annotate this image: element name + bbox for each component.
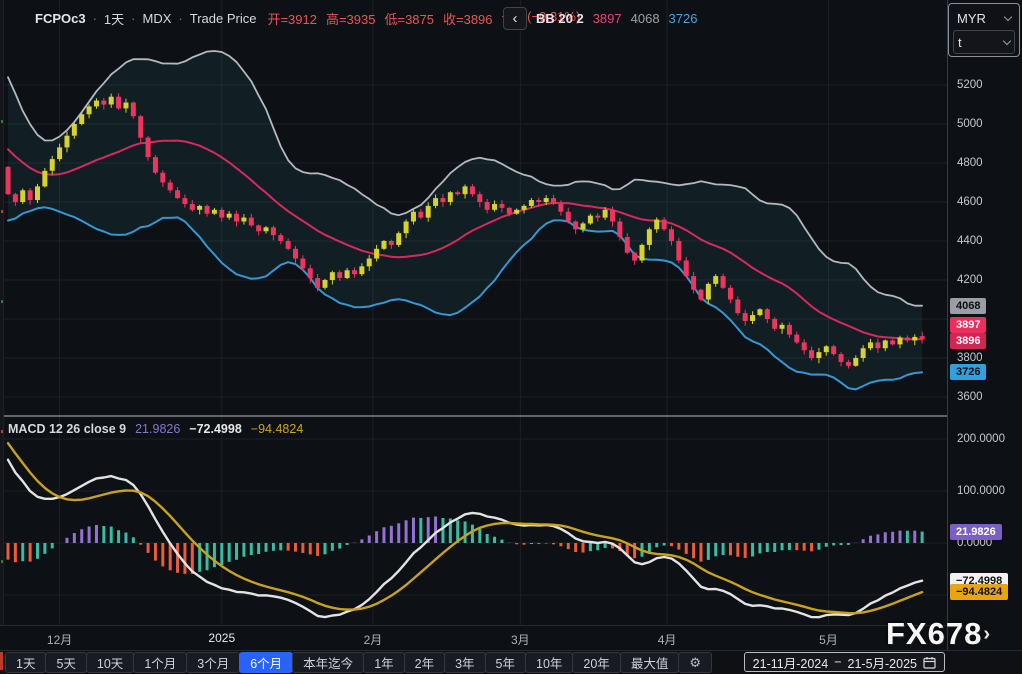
bb-indicator-legend[interactable]: BB 20 2 3897 4068 3726	[536, 9, 697, 27]
month-label: 5月	[819, 633, 838, 647]
bb-indicator-name: BB 20 2	[536, 10, 584, 26]
symbol-name[interactable]: FCPOc3	[35, 11, 86, 26]
macd-hist-value: 21.9826	[135, 422, 181, 436]
month-label: 3月	[511, 633, 530, 647]
price-tick-label: 4600	[957, 196, 983, 208]
date-range-separator: −	[834, 655, 842, 669]
chart-window: FCPOc3 · 1天 · MDX · Trade Price 开=3912 高=…	[0, 0, 1022, 674]
range-button-5年[interactable]: 5年	[484, 652, 526, 673]
axis-settings-box: MYR t	[948, 3, 1020, 57]
range-button-5天[interactable]: 5天	[45, 652, 87, 673]
separator-dot: ·	[92, 10, 97, 26]
chevron-down-icon	[1003, 12, 1013, 21]
exchange-label: MDX	[142, 10, 172, 26]
range-button-10年[interactable]: 10年	[525, 652, 574, 673]
date-range-start: 21-11月-2024	[752, 656, 829, 671]
price-tick-label: 4800	[957, 157, 983, 169]
macd-line-value: −72.4998	[189, 422, 242, 436]
collapse-indicator-button[interactable]: ‹	[503, 7, 527, 30]
price-badge: 3896	[950, 333, 987, 350]
interval-label[interactable]: 1天	[104, 9, 124, 28]
chart-settings-button[interactable]: ⚙	[678, 652, 712, 673]
macd-signal-value: −94.4824	[250, 422, 304, 436]
month-label: 2025	[208, 631, 236, 645]
time-axis[interactable]: 12月 2025 2月 3月 4月 5月	[0, 625, 947, 650]
price-tick-label: 3800	[957, 352, 983, 364]
collapsed-side-strip[interactable]	[0, 0, 4, 650]
currency-value: MYR	[957, 10, 986, 26]
separator-dot: ·	[131, 10, 136, 26]
month-label: 4月	[657, 633, 677, 647]
bb-value: 4068	[630, 10, 660, 26]
series-type-label: Trade Price	[189, 10, 257, 26]
ohlc-item: 开=3912	[267, 11, 317, 27]
price-badge: 4068	[950, 297, 987, 314]
separator-dot: ·	[178, 10, 183, 26]
calendar-icon	[923, 656, 936, 669]
price-badge: 3897	[950, 317, 987, 334]
macd-badge: 21.9826	[950, 523, 1002, 540]
ohlc-readout: 开=3912 高=3935 低=3875 收=3896 −12 (−0.31%)	[267, 9, 580, 28]
price-axis[interactable]: 5200 5000 4800 4600 4400 4200 3800 3600 4068 3897…	[947, 0, 1022, 650]
range-button-最大值[interactable]: 最大值	[619, 652, 680, 673]
strip-mark	[1, 120, 3, 123]
range-button-6个月[interactable]: 6个月	[239, 652, 294, 673]
bb-value: 3897	[592, 10, 622, 26]
macd-indicator-legend[interactable]: MACD 12 26 close 9 21.9826 −72.4998 −94.…	[8, 421, 303, 437]
month-label: 2月	[363, 633, 383, 647]
ohlc-item: 收=3896	[443, 11, 493, 27]
price-tick-label: 5200	[957, 79, 983, 91]
chevron-left-icon: ‹	[512, 10, 518, 27]
strip-mark	[1, 560, 3, 563]
macd-indicator-name: MACD 12 26 close 9	[8, 422, 127, 436]
gear-icon: ⚙	[689, 654, 701, 670]
range-button-3个月[interactable]: 3个月	[186, 652, 241, 673]
range-button-1个月[interactable]: 1个月	[133, 652, 188, 673]
bb-indicator-values: 3897 4068 3726	[593, 11, 698, 26]
date-range-end: 21-5月-2025	[847, 656, 918, 671]
macd-tick-label: 200.0000	[957, 433, 1005, 445]
chart-canvas[interactable]	[0, 0, 947, 625]
price-tick-label: 4400	[957, 235, 983, 247]
range-button-10天[interactable]: 10天	[85, 652, 135, 673]
strip-mark	[1, 300, 3, 303]
chevron-down-icon	[1002, 36, 1012, 45]
strip-mark	[1, 430, 3, 433]
symbol-legend: FCPOc3 · 1天 · MDX · Trade Price 开=3912 高=…	[35, 9, 580, 27]
strip-mark	[1, 210, 3, 213]
ohlc-item: 低=3875	[384, 11, 434, 27]
price-tick-label: 5000	[957, 118, 983, 130]
currency-dropdown[interactable]: MYR	[953, 6, 1015, 30]
unit-value: t	[958, 34, 962, 50]
strip-mark	[0, 652, 3, 670]
price-tick-label: 4200	[957, 274, 983, 286]
month-label: 12月	[46, 633, 73, 647]
range-button-20年[interactable]: 20年	[572, 652, 621, 673]
macd-tick-label: 100.0000	[957, 485, 1005, 497]
ohlc-item: 高=3935	[325, 11, 376, 27]
range-button-本年迄今[interactable]: 本年迄今	[292, 652, 365, 673]
unit-dropdown[interactable]: t	[953, 30, 1015, 54]
range-button-3年[interactable]: 3年	[444, 652, 486, 673]
price-badge: 3726	[950, 364, 987, 381]
range-button-2年[interactable]: 2年	[403, 652, 446, 673]
range-button-1年[interactable]: 1年	[363, 652, 405, 673]
bb-value: 3726	[668, 10, 698, 26]
date-range-picker[interactable]: 21-11月-2024 − 21-5月-2025	[743, 652, 945, 672]
macd-badge: −94.4824	[950, 584, 1009, 601]
price-tick-label: 3600	[957, 391, 983, 403]
range-button-1天[interactable]: 1天	[5, 652, 47, 673]
